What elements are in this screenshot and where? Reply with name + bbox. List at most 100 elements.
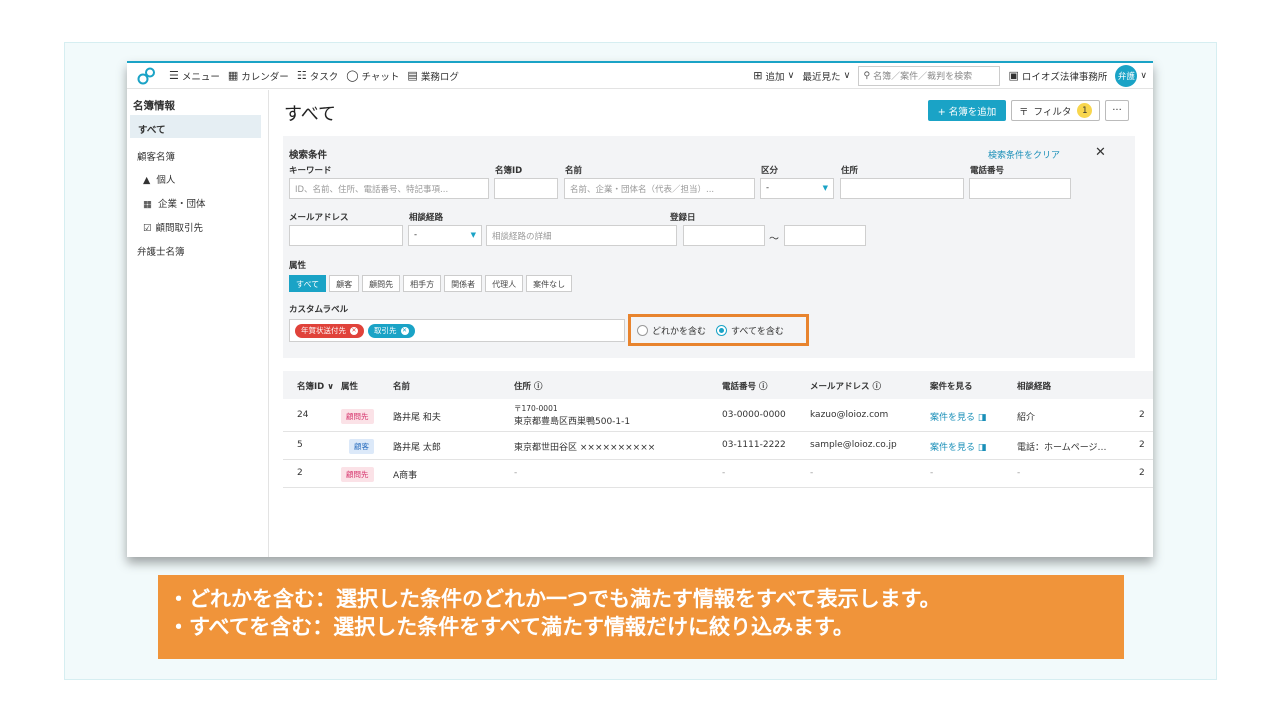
attr-tab-related[interactable]: 関係者 (444, 275, 483, 292)
person-icon: ▲ (143, 175, 151, 186)
name-input[interactable]: 名前、企業・団体名（代表／担当）... (564, 178, 755, 199)
explanation-caption: ・どれかを含む：選択した条件のどれか一つでも満たす情報をすべて表示します。 ・す… (158, 575, 1124, 659)
custom-label-input[interactable]: 年賀状送付先 ✕ 取引先 ✕ (289, 319, 625, 342)
reg-date-to-input[interactable] (784, 225, 866, 246)
custom-label-heading: カスタムラベル (289, 305, 349, 315)
email-input[interactable] (289, 225, 403, 246)
sidebar-item-all[interactable]: すべて (130, 115, 261, 138)
tag-new-year-card[interactable]: 年賀状送付先 ✕ (295, 323, 364, 338)
col-address: 住所 ⓘ (514, 382, 543, 392)
close-icon[interactable]: ✕ (1095, 145, 1106, 160)
sidebar: 名簿情報 すべて 顧客名簿 ▲ 個人 ▦ 企業・団体 ☑ 顧問取引先 弁護士名簿 (127, 90, 269, 557)
row-case: - (930, 468, 934, 478)
list-icon: ☷ (296, 69, 307, 82)
row-zip: 〒170-0001 (514, 404, 558, 413)
more-button[interactable]: ··· (1105, 100, 1129, 121)
sidebar-item-company[interactable]: ▦ 企業・団体 (143, 196, 206, 210)
attr-tab-advisory[interactable]: 顧問先 (362, 275, 401, 292)
close-icon[interactable]: ✕ (400, 326, 409, 335)
row-name[interactable]: 路井尾 太郎 (393, 440, 441, 453)
hamburger-icon: ☰ (169, 69, 179, 82)
row-id: 24 (297, 410, 309, 420)
row-address: 東京都世田谷区 ×××××××××× (514, 443, 656, 453)
row-route: 紹介 (1017, 413, 1036, 423)
date-range-tilde: ～ (769, 234, 779, 245)
phone-label: 電話番号 (970, 166, 1005, 176)
add-menu[interactable]: ⊞ 追加 ∨ (753, 69, 794, 83)
loioz-logo[interactable] (133, 67, 161, 85)
email-label: メールアドレス (289, 213, 349, 223)
category-select[interactable]: - ▼ (760, 178, 834, 199)
app-screenshot: ☰ メニュー ▦ カレンダー ☷ タスク ◯ チャット ▤ 業務ログ ⊞ 追加 ∨ 最近見た ∨… (127, 61, 1153, 557)
dropdown-arrow-icon: ▼ (822, 184, 828, 192)
nav-calendar[interactable]: ▦ カレンダー (228, 69, 289, 83)
row-email: - (810, 468, 814, 478)
nav-menu[interactable]: ☰ メニュー (169, 69, 220, 83)
phone-input[interactable] (969, 178, 1071, 199)
building-icon: ▣ (1008, 69, 1019, 82)
filter-count-badge: 1 (1077, 103, 1093, 118)
row-name[interactable]: 路井尾 和夫 (393, 410, 441, 423)
recent-menu[interactable]: 最近見た ∨ (803, 69, 851, 83)
attr-tab-no-case[interactable]: 案件なし (526, 275, 573, 292)
attr-tab-opponent[interactable]: 相手方 (403, 275, 442, 292)
route-detail-input[interactable]: 相談経路の詳細 (486, 225, 677, 246)
row-trailing: 2 (1139, 410, 1145, 420)
help-icon[interactable]: ⓘ (531, 382, 543, 392)
name-label: 名前 (565, 166, 583, 176)
building-icon: ▦ (143, 199, 152, 210)
row-address: 東京都豊島区西巣鴨500-1-1 (514, 417, 631, 427)
chat-icon: ◯ (346, 69, 359, 82)
attr-tab-all[interactable]: すべて (289, 275, 327, 292)
nav-task[interactable]: ☷ タスク (297, 69, 338, 83)
attr-tabs: すべて 顧客 顧問先 相手方 関係者 代理人 案件なし (289, 275, 575, 292)
col-name: 名前 (393, 382, 411, 392)
sidebar-item-client-list[interactable]: 顧客名簿 (137, 149, 175, 163)
col-phone: 電話番号 ⓘ (722, 382, 768, 392)
attr-badge: 顧問先 (341, 467, 374, 482)
reg-date-from-input[interactable] (683, 225, 765, 246)
firm-selector[interactable]: ▣ ロイオズ法律事務所 (1008, 69, 1107, 83)
add-entry-button[interactable]: + 名簿を追加 (928, 100, 1006, 121)
chevron-down-icon[interactable]: ∨ (1140, 71, 1147, 81)
log-icon: ▤ (407, 69, 418, 82)
id-input[interactable] (494, 178, 558, 199)
table-row[interactable]: 2 顧問先 A商事 - - - - - 2 (283, 460, 1153, 488)
attr-tab-client[interactable]: 顧客 (329, 275, 360, 292)
view-case-link[interactable]: 案件を見る ◨ (930, 440, 986, 453)
radio-any-label[interactable]: どれかを含む (652, 324, 706, 337)
nav-chat[interactable]: ◯ チャット (346, 69, 399, 83)
col-id[interactable]: 名簿ID ∨ (297, 380, 334, 392)
contract-icon: ☑ (143, 223, 152, 234)
attr-tab-agent[interactable]: 代理人 (485, 275, 524, 292)
tag-business-partner[interactable]: 取引先 ✕ (368, 323, 415, 338)
help-icon[interactable]: ⓘ (756, 382, 768, 392)
radio-all[interactable] (716, 324, 728, 336)
row-phone: - (722, 468, 726, 478)
keyword-input[interactable]: ID、名前、住所、電話番号、特記事項... (289, 178, 489, 199)
help-icon[interactable]: ⓘ (870, 382, 881, 392)
clear-search-link[interactable]: 検索条件をクリア (988, 148, 1060, 161)
close-icon[interactable]: ✕ (350, 326, 358, 335)
global-search-input[interactable]: ⚲ 名簿／案件／裁判を検索 (858, 65, 1001, 86)
table-row[interactable]: 5 顧客 路井尾 太郎 東京都世田谷区 ×××××××××× 03-1111-2… (283, 432, 1153, 460)
row-email: kazuo@loioz.com (810, 410, 889, 420)
route-select[interactable]: - ▼ (408, 225, 482, 246)
search-icon: ⚲ (863, 70, 871, 81)
attr-badge: 顧客 (349, 439, 374, 454)
sidebar-item-individual[interactable]: ▲ 個人 (143, 172, 175, 186)
sidebar-item-advisory[interactable]: ☑ 顧問取引先 (143, 220, 203, 234)
table-row[interactable]: 24 顧問先 路井尾 和夫 〒170-0001 東京都豊島区西巣鴨500-1-1… (283, 399, 1153, 432)
row-id: 2 (297, 468, 303, 478)
row-name[interactable]: A商事 (393, 468, 417, 481)
nav-worklog[interactable]: ▤ 業務ログ (407, 69, 458, 83)
sidebar-item-lawyer-list[interactable]: 弁護士名簿 (137, 244, 185, 258)
address-input[interactable] (840, 178, 964, 199)
radio-any[interactable] (637, 324, 648, 336)
filter-button[interactable]: 〒フィルタ 1 (1011, 100, 1100, 121)
view-case-link[interactable]: 案件を見る ◨ (930, 410, 986, 423)
avatar[interactable]: 弁護 (1115, 64, 1138, 87)
match-mode-radio-group: どれかを含む すべてを含む (628, 314, 809, 346)
col-email: メールアドレス ⓘ (810, 382, 881, 392)
radio-all-label[interactable]: すべてを含む (731, 324, 784, 337)
